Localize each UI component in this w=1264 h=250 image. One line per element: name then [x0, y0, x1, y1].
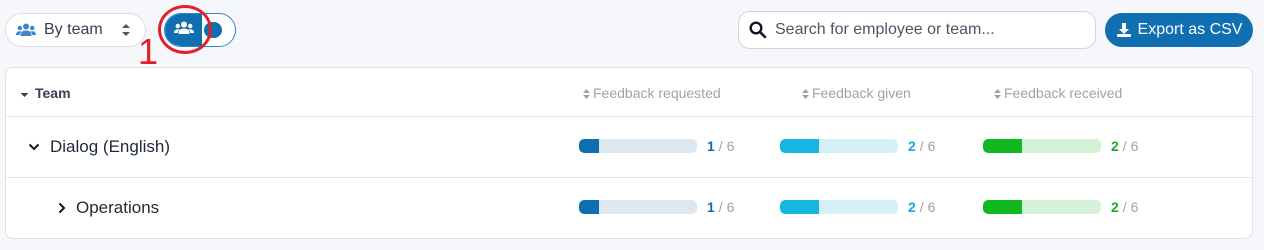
team-name: Operations: [76, 198, 160, 217]
chevron-down-icon: [28, 143, 40, 151]
metric-count: 2: [908, 138, 916, 154]
progress-bar: [579, 200, 697, 214]
download-icon: [1116, 22, 1132, 38]
feedback-table: Team Feedback requested Feedback given F…: [5, 67, 1253, 239]
table-header: Team Feedback requested Feedback given F…: [6, 68, 1252, 117]
search-icon: [749, 21, 767, 39]
feedback-received-metric: 2 / 6: [983, 138, 1139, 154]
column-header-requested-label: Feedback requested: [593, 85, 721, 101]
export-csv-label: Export as CSV: [1137, 21, 1243, 38]
metric-total: / 6: [1122, 138, 1139, 154]
feedback-given-metric: 2 / 6: [780, 138, 936, 154]
column-header-team-label: Team: [35, 85, 71, 101]
metric-count: 1: [707, 138, 715, 154]
feedback-received-metric: 2 / 6: [983, 199, 1139, 215]
progress-bar: [983, 200, 1101, 214]
team-name: Dialog (English): [50, 137, 170, 156]
group-by-value: By team: [44, 21, 103, 38]
annotation-number: 1: [138, 31, 159, 72]
metric-total: / 6: [718, 199, 735, 215]
search-input[interactable]: [775, 21, 1075, 39]
team-name-toggle[interactable]: Operations: [58, 198, 159, 218]
metric-count: 2: [908, 199, 916, 215]
table-row: Dialog (English) 1 / 6 2 / 6 2 / 6: [6, 117, 1252, 178]
metric-total: / 6: [919, 138, 936, 154]
metric-count: 2: [1111, 199, 1119, 215]
progress-bar: [780, 200, 898, 214]
table-row: Operations 1 / 6 2 / 6 2 / 6: [6, 178, 1252, 239]
column-header-given[interactable]: Feedback given: [801, 85, 911, 101]
column-header-team[interactable]: Team: [20, 85, 71, 101]
chevron-right-icon: [58, 202, 66, 214]
annotation-circle: [158, 5, 212, 54]
column-header-requested[interactable]: Feedback requested: [582, 85, 721, 101]
sort-icon: [582, 87, 591, 99]
sort-caret-icon: [121, 22, 131, 38]
feedback-given-metric: 2 / 6: [780, 199, 936, 215]
column-header-given-label: Feedback given: [812, 85, 911, 101]
group-by-select[interactable]: By team: [5, 13, 146, 47]
search-box[interactable]: [738, 11, 1096, 49]
sort-icon: [993, 87, 1002, 99]
metric-total: / 6: [718, 138, 735, 154]
team-name-toggle[interactable]: Dialog (English): [28, 137, 170, 157]
metric-count: 1: [707, 199, 715, 215]
metric-total: / 6: [1122, 199, 1139, 215]
feedback-requested-metric: 1 / 6: [579, 138, 735, 154]
column-header-received[interactable]: Feedback received: [993, 85, 1122, 101]
sort-desc-icon: [20, 87, 29, 99]
toolbar: By team 1 Search for employee or team...…: [0, 0, 1264, 72]
progress-bar: [780, 139, 898, 153]
users-icon: [16, 22, 36, 38]
export-csv-button[interactable]: Export as CSV: [1105, 13, 1253, 47]
progress-bar: [983, 139, 1101, 153]
metric-total: / 6: [919, 199, 936, 215]
sort-icon: [801, 87, 810, 99]
progress-bar: [579, 139, 697, 153]
column-header-received-label: Feedback received: [1004, 85, 1123, 101]
metric-count: 2: [1111, 138, 1119, 154]
feedback-requested-metric: 1 / 6: [579, 199, 735, 215]
